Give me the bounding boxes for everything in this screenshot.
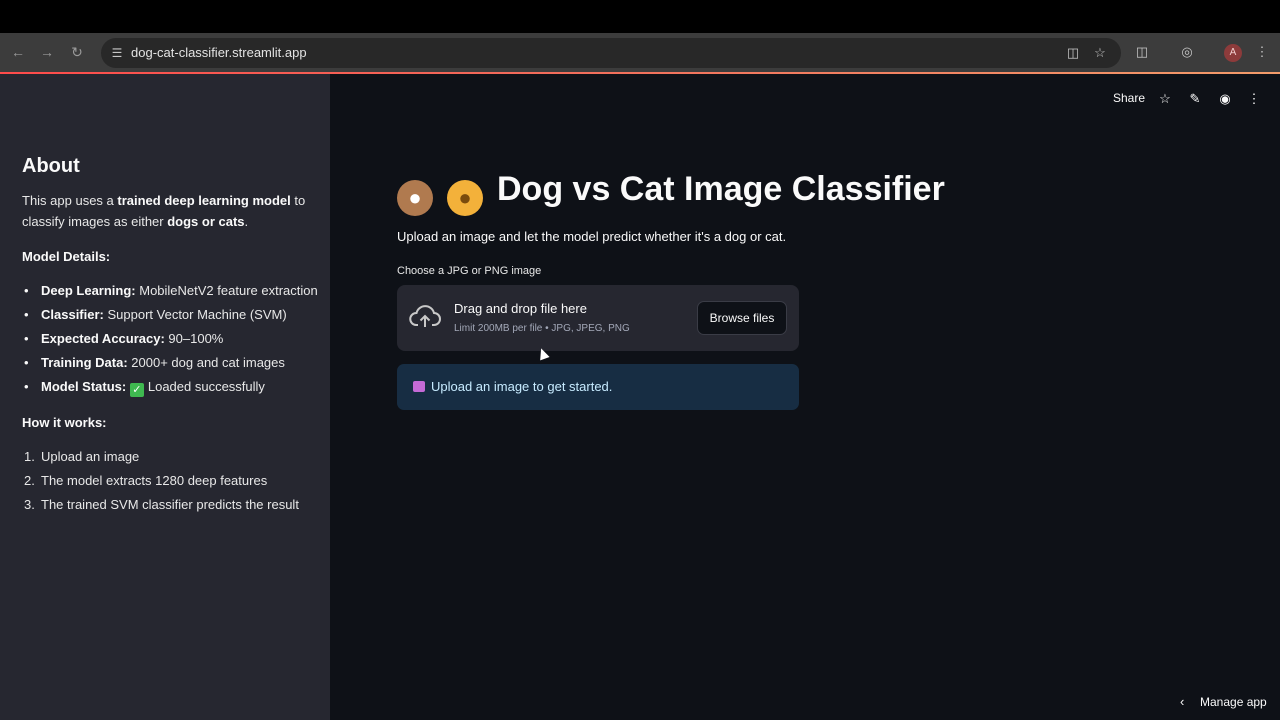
item-label: Training Data: bbox=[41, 355, 128, 370]
dog-face-icon: ● bbox=[397, 180, 433, 216]
back-icon[interactable]: ← bbox=[7, 41, 29, 63]
how-it-works-heading: How it works: bbox=[22, 415, 107, 430]
intro-text: This app uses a bbox=[22, 193, 118, 208]
edit-pencil-icon[interactable]: ✎ bbox=[1186, 90, 1204, 108]
list-item: Classifier: Support Vector Machine (SVM) bbox=[22, 303, 318, 327]
item-value: MobileNetV2 feature extraction bbox=[135, 283, 318, 298]
profile-avatar[interactable]: A bbox=[1224, 44, 1242, 62]
list-item: Expected Accuracy: 90–100% bbox=[22, 327, 318, 351]
item-label: Classifier: bbox=[41, 307, 104, 322]
site-info-icon[interactable]: ☰ bbox=[109, 45, 125, 61]
bookmark-star-icon[interactable]: ☆ bbox=[1092, 45, 1108, 61]
forward-icon[interactable]: → bbox=[36, 41, 58, 63]
step-text: The trained SVM classifier predicts the … bbox=[41, 497, 299, 512]
intro-bold: dogs or cats bbox=[167, 214, 245, 229]
step-text: Upload an image bbox=[41, 449, 140, 464]
item-value: 2000+ dog and cat images bbox=[127, 355, 285, 370]
sidebar-heading: About bbox=[22, 155, 80, 177]
list-item: 3. The trained SVM classifier predicts th… bbox=[22, 493, 299, 517]
more-menu-icon[interactable]: ⋮ bbox=[1245, 90, 1263, 108]
how-it-works-list: 1. Upload an image 2. The model extracts 1… bbox=[22, 445, 299, 517]
github-icon[interactable]: ◉ bbox=[1216, 90, 1234, 108]
check-icon: ✓ bbox=[129, 383, 144, 397]
reload-icon[interactable]: ↻ bbox=[66, 41, 88, 63]
item-label: Deep Learning: bbox=[41, 283, 136, 298]
list-item: Training Data: 2000+ dog and cat images bbox=[22, 351, 318, 375]
star-icon[interactable]: ☆ bbox=[1156, 90, 1174, 108]
main-content: Share ☆ ✎ ◉ ⋮ ● ● Dog vs Cat Image Classif… bbox=[330, 74, 1280, 720]
intro-bold: trained deep learning model bbox=[117, 193, 291, 208]
list-item: 1. Upload an image bbox=[22, 445, 299, 469]
chevron-left-icon: ‹ bbox=[1180, 694, 1185, 709]
step-number: 2. bbox=[24, 473, 35, 488]
item-value: Loaded successfully bbox=[147, 379, 265, 394]
list-item: 2. The model extracts 1280 deep features bbox=[22, 469, 299, 493]
model-details-heading: Model Details: bbox=[22, 249, 111, 264]
info-alert: Upload an image to get started. bbox=[397, 364, 799, 410]
list-item: Model Status: ✓Loaded successfully bbox=[22, 375, 318, 399]
url-text[interactable]: dog-cat-classifier.streamlit.app bbox=[131, 45, 307, 60]
item-value: 90–100% bbox=[164, 331, 224, 346]
title-text: Dog vs Cat Image Classifier bbox=[497, 170, 945, 208]
sidebar-intro: This app uses a trained deep learning mo… bbox=[22, 190, 312, 232]
page-subtitle: Upload an image and let the model predic… bbox=[397, 229, 787, 244]
inbox-tray-icon bbox=[413, 381, 425, 392]
sidebar: About This app uses a trained deep learn… bbox=[0, 74, 330, 720]
list-item: Deep Learning: MobileNetV2 feature extra… bbox=[22, 279, 318, 303]
info-text: Upload an image to get started. bbox=[431, 379, 613, 394]
item-value: Support Vector Machine (SVM) bbox=[103, 307, 287, 322]
step-number: 3. bbox=[24, 497, 35, 512]
browser-toolbar: ← → ↻ ☰ dog-cat-classifier.streamlit.app… bbox=[0, 33, 1280, 73]
cat-face-icon: ● bbox=[447, 180, 483, 216]
cloud-upload-icon bbox=[409, 305, 441, 327]
extensions-icon[interactable]: ◫ bbox=[1131, 41, 1153, 63]
dropzone-title: Drag and drop file here bbox=[454, 301, 587, 316]
item-label: Model Status: bbox=[41, 379, 127, 394]
item-label: Expected Accuracy: bbox=[41, 331, 165, 346]
manage-app-label: Manage app bbox=[1200, 695, 1267, 709]
file-dropzone[interactable]: Drag and drop file here Limit 200MB per … bbox=[397, 285, 799, 351]
lens-icon[interactable]: ◎ bbox=[1176, 41, 1198, 63]
uploader-label: Choose a JPG or PNG image bbox=[397, 265, 542, 277]
dropzone-limit: Limit 200MB per file • JPG, JPEG, PNG bbox=[454, 323, 630, 334]
page-title: ● ● Dog vs Cat Image Classifier bbox=[397, 170, 945, 216]
browse-files-button[interactable]: Browse files bbox=[697, 301, 787, 335]
intro-text: . bbox=[244, 214, 249, 229]
step-number: 1. bbox=[24, 449, 35, 464]
model-details-list: Deep Learning: MobileNetV2 feature extra… bbox=[22, 279, 318, 399]
share-button[interactable]: Share bbox=[1113, 91, 1145, 105]
menu-icon[interactable]: ⋮ bbox=[1251, 41, 1273, 63]
install-icon[interactable]: ◫ bbox=[1065, 45, 1081, 61]
screen-top-bar bbox=[0, 0, 1280, 33]
address-bar[interactable]: ☰ dog-cat-classifier.streamlit.app ◫ ☆ bbox=[101, 38, 1121, 68]
step-text: The model extracts 1280 deep features bbox=[41, 473, 268, 488]
